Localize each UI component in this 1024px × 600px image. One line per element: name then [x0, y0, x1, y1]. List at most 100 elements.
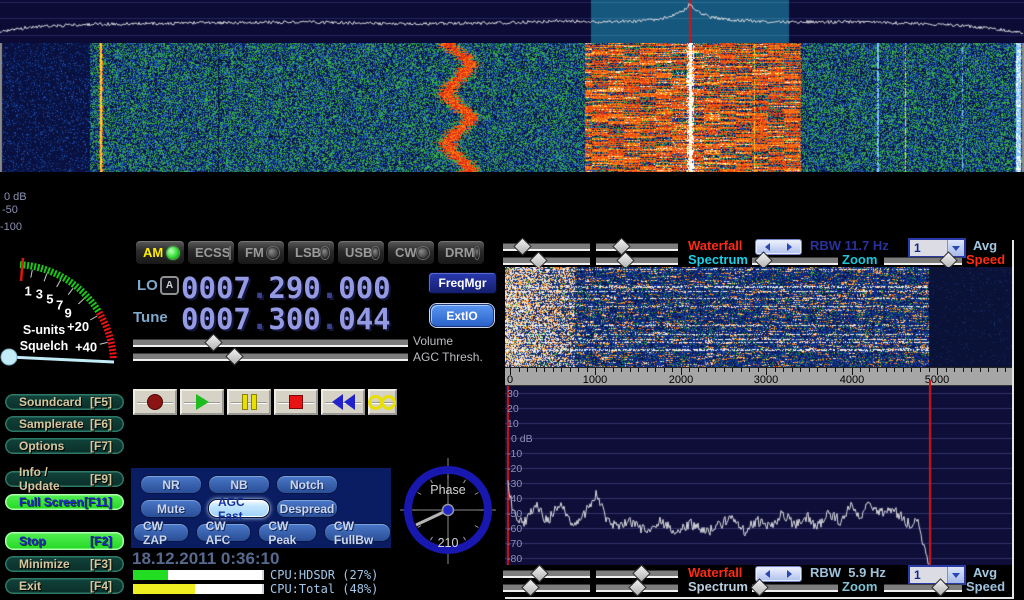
- pause-button[interactable]: [227, 389, 271, 415]
- lo-a-button[interactable]: A: [160, 276, 179, 295]
- frequency-digit[interactable]: 0: [216, 302, 233, 336]
- frequency-digit[interactable]: 9: [286, 271, 303, 305]
- dsp-button-cw-afc[interactable]: CW AFC: [196, 523, 252, 542]
- audio-tick: [570, 368, 571, 372]
- dropdown-button[interactable]: [947, 567, 964, 583]
- dsp-button-nb[interactable]: NB: [208, 475, 270, 494]
- slider-thumb[interactable]: [225, 347, 243, 365]
- freqmgr-button[interactable]: FreqMgr: [428, 272, 497, 294]
- frequency-digit[interactable]: 0: [181, 271, 198, 305]
- rbw-spinner[interactable]: [755, 566, 802, 582]
- left-button-exit[interactable]: Exit[F4]: [4, 577, 125, 595]
- left-button-stop[interactable]: Stop[F2]: [4, 531, 125, 551]
- digit-separator[interactable]: .: [251, 302, 268, 336]
- arrow-right-icon[interactable]: [787, 570, 792, 578]
- slider-thumb[interactable]: [204, 333, 222, 351]
- arrow-right-icon[interactable]: [787, 243, 792, 251]
- brightness-lower-slider[interactable]: [503, 257, 590, 265]
- rbw-value: RBW 5.9 Hz: [810, 565, 886, 580]
- audio-tick: [903, 368, 904, 372]
- mode-button-usb[interactable]: USB: [337, 240, 385, 265]
- dsp-button-notch[interactable]: Notch: [276, 475, 338, 494]
- digit-separator[interactable]: .: [321, 271, 338, 305]
- loop-button[interactable]: [368, 389, 397, 415]
- frequency-digit[interactable]: 4: [373, 302, 390, 336]
- frequency-digit[interactable]: 0: [181, 302, 198, 336]
- audio-frequency-scale[interactable]: 010002000300040005000: [505, 367, 1012, 386]
- brightness-lower-slider[interactable]: [503, 584, 590, 592]
- mode-button-am[interactable]: AM: [135, 240, 185, 265]
- dsp-button-cw-zap[interactable]: CW ZAP: [133, 523, 189, 542]
- dsp-button-nr[interactable]: NR: [140, 475, 202, 494]
- mode-button-fm[interactable]: FM: [237, 240, 285, 265]
- db-label: -20: [507, 463, 522, 475]
- frequency-digit[interactable]: 0: [303, 271, 320, 305]
- contrast-upper-slider[interactable]: [596, 243, 678, 251]
- play-button[interactable]: [180, 389, 224, 415]
- left-button-info-update[interactable]: Info / Update[F9]: [4, 470, 125, 488]
- slider-thumb[interactable]: [628, 578, 646, 596]
- digit-separator[interactable]: .: [321, 302, 338, 336]
- mode-button-drm[interactable]: DRM: [437, 240, 485, 265]
- chevron-down-icon: [952, 573, 960, 578]
- frequency-digit[interactable]: 0: [303, 302, 320, 336]
- digit-separator[interactable]: .: [251, 271, 268, 305]
- dsp-button-cw-fullbw[interactable]: CW FullBw: [324, 523, 391, 542]
- frequency-digit[interactable]: 0: [286, 302, 303, 336]
- phase-dial[interactable]: Phase210: [398, 452, 498, 570]
- button-label: Samplerate: [19, 417, 84, 431]
- rewind-button[interactable]: [321, 389, 365, 415]
- frequency-digit[interactable]: 0: [198, 271, 215, 305]
- slider-thumb[interactable]: [513, 237, 531, 255]
- brightness-upper-slider[interactable]: [503, 243, 590, 251]
- mode-button-ecss[interactable]: ECSS: [187, 240, 235, 265]
- audio-waterfall[interactable]: [505, 267, 1012, 367]
- agc-threshold-slider[interactable]: [133, 353, 408, 361]
- contrast-lower-slider[interactable]: [596, 584, 678, 592]
- left-button-samplerate[interactable]: Samplerate[F6]: [4, 415, 125, 433]
- arrow-left-icon[interactable]: [765, 243, 770, 251]
- stop-button[interactable]: [274, 389, 318, 415]
- contrast-upper-slider[interactable]: [596, 570, 678, 578]
- brightness-upper-slider[interactable]: [503, 570, 590, 578]
- arrow-left-icon[interactable]: [765, 570, 770, 578]
- zoom-slider[interactable]: [752, 257, 838, 265]
- left-button-options[interactable]: Options[F7]: [4, 437, 125, 455]
- volume-slider[interactable]: [133, 339, 408, 347]
- audio-label: 1000: [583, 374, 607, 386]
- frequency-digit[interactable]: 0: [356, 271, 373, 305]
- dsp-button-despread[interactable]: Despread: [276, 499, 338, 518]
- led-off-icon: [267, 247, 279, 259]
- tune-frequency-display[interactable]: 0007.300.044: [181, 302, 391, 336]
- frequency-digit[interactable]: 0: [198, 302, 215, 336]
- speed-slider[interactable]: [884, 257, 962, 265]
- frequency-digit[interactable]: 0: [373, 271, 390, 305]
- dsp-button-cw-peak[interactable]: CW Peak: [258, 523, 317, 542]
- left-button-minimize[interactable]: Minimize[F3]: [4, 555, 125, 573]
- mode-button-cw[interactable]: CW: [387, 240, 435, 265]
- dsp-button-mute[interactable]: Mute: [140, 499, 202, 518]
- avg-dropdown[interactable]: 1: [908, 238, 966, 258]
- dsp-button-agc-fast[interactable]: AGC Fast: [208, 499, 270, 518]
- frequency-digit[interactable]: 0: [216, 271, 233, 305]
- audio-tick: [783, 368, 784, 372]
- frequency-digit[interactable]: 2: [268, 271, 285, 305]
- s-meter[interactable]: 13579+20+40S-unitsSquelch: [0, 238, 128, 390]
- extio-button[interactable]: ExtIO: [430, 304, 494, 327]
- mode-button-lsb[interactable]: LSB: [287, 240, 335, 265]
- frequency-digit[interactable]: 0: [338, 271, 355, 305]
- rf-spectrum-mini[interactable]: [0, 0, 1024, 43]
- frequency-digit[interactable]: 7: [233, 302, 250, 336]
- frequency-digit[interactable]: 3: [268, 302, 285, 336]
- audio-spectrum[interactable]: [505, 386, 1012, 565]
- left-button-soundcard[interactable]: Soundcard[F5]: [4, 393, 125, 411]
- contrast-lower-slider[interactable]: [596, 257, 678, 265]
- frequency-digit[interactable]: 7: [233, 271, 250, 305]
- frequency-digit[interactable]: 0: [338, 302, 355, 336]
- zoom-slider[interactable]: [752, 584, 838, 592]
- record-button[interactable]: [133, 389, 177, 415]
- frequency-digit[interactable]: 4: [356, 302, 373, 336]
- lo-frequency-display[interactable]: 0007.290.000: [181, 271, 391, 305]
- speed-slider[interactable]: [884, 584, 962, 592]
- left-button-full-screen[interactable]: Full Screen[F11]: [4, 493, 125, 511]
